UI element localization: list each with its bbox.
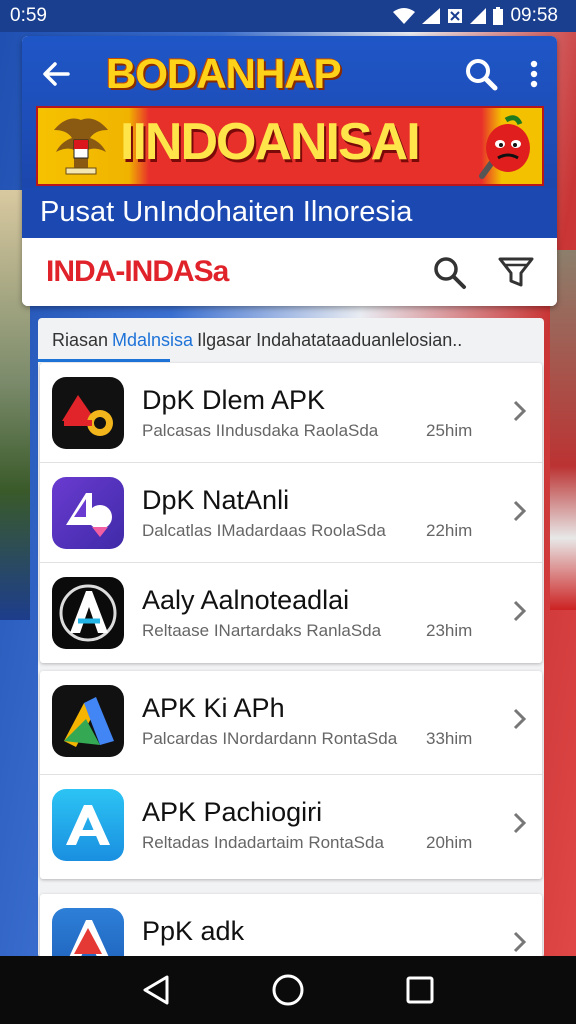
hero-banner: IINDOANISAI: [36, 106, 544, 186]
stacked-a-icon: [52, 908, 124, 958]
list-item[interactable]: DpK NatAnli Dalcatlas IMadardaas RoolaSd…: [40, 463, 542, 563]
app-list-panel: Riasan Mdalnsisa Ilgasar Indahatataaduan…: [38, 318, 544, 958]
chevron-right-icon: [513, 600, 527, 622]
signal-icon-2: [470, 8, 487, 24]
app-meta: 23him: [426, 621, 473, 640]
app-meta: 22him: [426, 521, 473, 540]
app-desc: Reltaase INartardaks RanlaSda: [142, 621, 382, 640]
search-label: INDA-INDASa: [46, 255, 229, 288]
search-row: INDA-INDASa: [22, 238, 557, 306]
apk-pin-icon: [52, 477, 124, 549]
tab-underline: [38, 359, 170, 362]
status-bar: 0:59 09:58: [0, 0, 576, 32]
back-button[interactable]: [38, 56, 74, 92]
record-camera-icon: [52, 377, 124, 449]
brand-title: BODANHAP: [106, 50, 342, 97]
tab-rest[interactable]: Ilgasar Indahatataaduanlelosian..: [197, 330, 462, 351]
chevron-right-icon: [513, 931, 527, 953]
square-recents-icon: [406, 976, 434, 1004]
app-store-icon: [52, 789, 124, 861]
list-item[interactable]: DpK Dlem APK Palcasas IIndusdaka RaolaSd…: [40, 363, 542, 463]
circle-home-icon: [272, 974, 304, 1006]
app-group-2: APK Ki APh Palcardas INordardann RontaSd…: [40, 671, 542, 879]
list-item[interactable]: APK Pachiogiri Reltadas Indadartaim Ront…: [40, 775, 542, 879]
app-group-1: DpK Dlem APK Palcasas IIndusdaka RaolaSd…: [40, 363, 542, 663]
banner-headline: IINDOANISAI: [120, 113, 421, 171]
wifi-icon: [393, 8, 416, 24]
arrow-left-icon: [43, 62, 70, 86]
nav-home-button[interactable]: [268, 970, 308, 1010]
app-meta: 20him: [426, 833, 473, 852]
triangle-back-icon: [143, 975, 169, 1005]
app-group-3: PpK adk: [40, 894, 542, 958]
more-vert-icon: [530, 60, 538, 88]
chevron-right-icon: [513, 708, 527, 730]
tab-active[interactable]: Mdalnsisa: [112, 330, 193, 351]
list-item[interactable]: PpK adk: [40, 894, 542, 958]
app-name: APK Pachiogiri: [142, 797, 323, 827]
app-name: PpK adk: [142, 916, 245, 946]
nfc-icon: [448, 9, 463, 23]
app-header-card: BODANHAP IINDOANISAI Pusat UnIndohaiten …: [22, 36, 557, 306]
letter-a-icon: [52, 577, 124, 649]
app-desc: Dalcatlas IMadardaas RoolaSda: [142, 521, 386, 540]
system-nav-bar: [0, 956, 576, 1024]
chevron-right-icon: [513, 400, 527, 422]
chili-mascot-icon: [479, 115, 530, 179]
app-name: DpK NatAnli: [142, 485, 290, 515]
category-tabs: Riasan Mdalnsisa Ilgasar Indahatataaduan…: [38, 318, 544, 362]
app-bar: BODANHAP IINDOANISAI: [22, 36, 557, 188]
search-button[interactable]: [431, 254, 467, 290]
garuda-emblem-icon: [54, 118, 108, 175]
filter-button[interactable]: [497, 253, 535, 291]
app-name: APK Ki APh: [142, 693, 285, 723]
status-icons: 09:58: [393, 5, 558, 27]
toolbar-search-button[interactable]: [461, 54, 501, 94]
list-item[interactable]: Aaly Aalnoteadlai Reltaase INartardaks R…: [40, 563, 542, 663]
google-ads-icon: [52, 685, 124, 757]
more-options-button[interactable]: [521, 54, 547, 94]
nav-back-button[interactable]: [136, 970, 176, 1010]
chevron-right-icon: [513, 812, 527, 834]
tab-first[interactable]: Riasan: [52, 330, 108, 351]
battery-icon: [493, 7, 504, 25]
signal-icon: [422, 8, 441, 24]
search-icon: [466, 59, 498, 91]
app-desc: Reltadas Indadartaim RontaSda: [142, 833, 384, 852]
app-desc: Palcasas IIndusdaka RaolaSda: [142, 421, 379, 440]
subtitle-bar: Pusat UnIndohaiten Ilnoresia: [22, 188, 557, 238]
app-meta: 33him: [426, 729, 473, 748]
chevron-right-icon: [513, 500, 527, 522]
app-name: Aaly Aalnoteadlai: [142, 585, 350, 615]
app-desc: Palcardas INordardann RontaSda: [142, 729, 398, 748]
app-meta: 25him: [426, 421, 473, 440]
app-name: DpK Dlem APK: [142, 385, 326, 415]
nav-recents-button[interactable]: [400, 970, 440, 1010]
status-time-right: 09:58: [510, 5, 558, 26]
list-item[interactable]: APK Ki APh Palcardas INordardann RontaSd…: [40, 671, 542, 775]
status-time-left: 0:59: [10, 5, 47, 26]
